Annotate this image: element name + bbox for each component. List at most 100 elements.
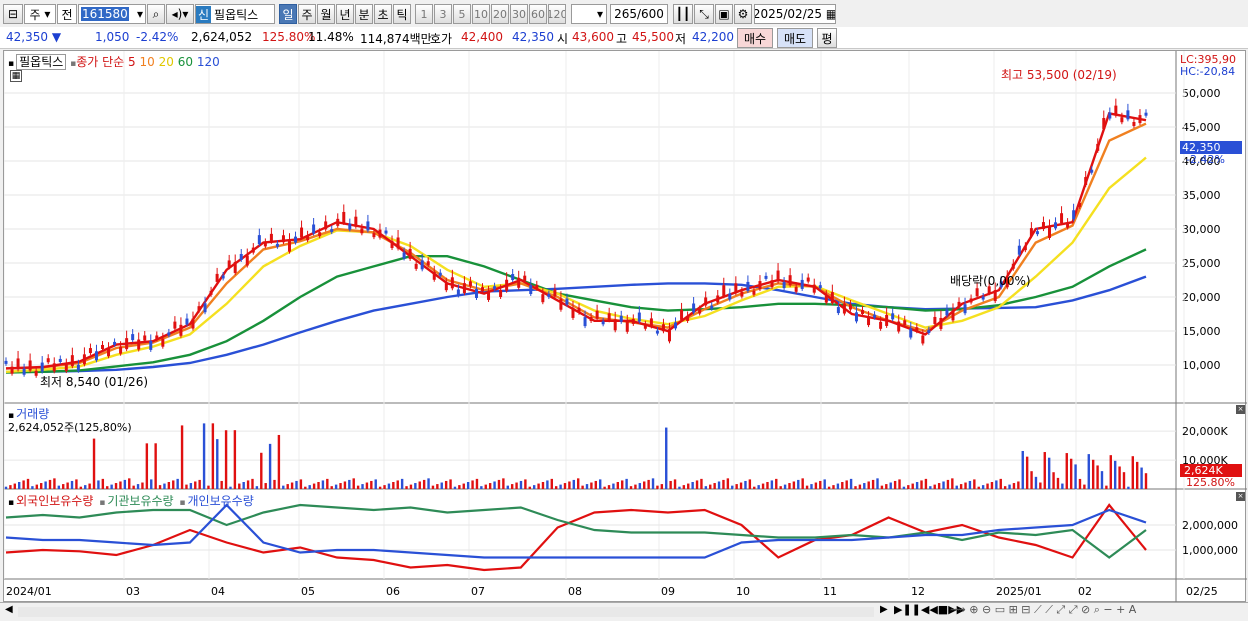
candle-body [909,328,913,338]
volume-bar [1091,459,1095,489]
scroll-track[interactable] [18,607,874,617]
volume-close-icon[interactable]: × [1236,405,1245,414]
y-tick-label: 10,000 [1182,359,1221,372]
period-tab-2[interactable]: 월 [317,4,335,24]
volume-bar [282,485,285,489]
buy-button[interactable]: 매수 [737,28,773,48]
volume-bar [519,480,523,489]
candle-body [438,272,442,276]
eval-button[interactable]: 평 [817,28,837,48]
market-select[interactable]: 주 ▾ [24,4,56,24]
interval-dropdown[interactable]: ▾ [571,4,607,24]
change: 1,050 [95,30,130,44]
candle-body [487,291,491,300]
draw-icon[interactable]: ⤡ [694,4,714,24]
volume-bar [418,481,421,489]
candle-body [547,294,551,298]
high-label: 고 [616,32,628,46]
legend-ma10: 10 [139,55,155,69]
candle-body [354,216,358,227]
scroll-left-icon[interactable]: ◀ [5,604,13,615]
sell-button[interactable]: 매도 [777,28,813,48]
holdings-close-icon[interactable]: × [1236,492,1245,501]
volume-bar [924,478,928,489]
ma-line-10 [5,122,1147,370]
gear-icon[interactable]: ⚙ [734,4,752,24]
window-icon[interactable]: ⊟ [3,4,23,24]
volume-bar [290,482,294,489]
candle-body [511,274,515,281]
volume-bar [198,479,201,489]
volume-bar [334,484,338,489]
high-value: 45,500 [632,30,674,44]
interval-button-120[interactable]: 120 [548,4,566,24]
volume-bar [876,478,879,489]
volume-bar [471,480,474,489]
date-input[interactable]: 2025/02/25 ▦ [754,4,836,24]
speaker-icon[interactable]: ◂)▾ [166,4,194,24]
search-icon[interactable]: ⌕ [147,4,165,24]
prev-select[interactable]: 전 [57,4,77,24]
candle-body [583,317,587,327]
volume-bar [31,486,34,489]
volume-bar [968,480,972,489]
zoom-tools-icon[interactable]: ⟿ ⊕ ⊖ ▭ ⊞ ⊟ ⟋ ⟋ ⤢ ⤢ ⊘ ⌕ − + A [950,603,1136,617]
candle-body [625,321,629,332]
volume-bar [629,486,633,489]
volume-bar [295,480,298,489]
candle-body [149,340,153,350]
candle-body [402,252,406,259]
candle-body [740,291,744,297]
candle-body [667,330,671,342]
table-icon[interactable]: ▦ [10,70,22,82]
candle-body [746,281,750,291]
interval-button-20[interactable]: 20 [491,4,509,24]
volume-bar [603,486,606,489]
volume-bar [449,479,452,489]
volume-bar [621,480,624,489]
count-input[interactable]: 265/600 [610,4,668,24]
volume-bar [805,485,809,489]
interval-button-30[interactable]: 30 [510,4,528,24]
interval-button-1[interactable]: 1 [415,4,433,24]
volume-bar [1109,455,1112,489]
volume-bar [678,486,681,489]
candle-body [788,275,792,286]
candle-body [378,229,382,238]
period-tab-5[interactable]: 초 [374,4,392,24]
interval-button-5[interactable]: 5 [453,4,471,24]
volume-bar [1056,477,1060,489]
interval-button-3[interactable]: 3 [434,4,452,24]
date-value: 2025/02/25 [754,7,823,21]
volume-bar [66,482,69,489]
candle-body [269,233,273,242]
candle-body [553,289,557,297]
volume-bar [532,485,536,489]
period-tab-1[interactable]: 주 [298,4,316,24]
candle-icon[interactable]: ┃┃ [673,4,693,24]
volume-bar [753,486,756,489]
save-icon[interactable]: ▣ [715,4,733,24]
volume-bar [748,479,752,489]
chart-area[interactable]: 10,000 15,000 20,000 25,000 30,000 35,000 40,0… [3,50,1247,603]
volume-bar [264,483,267,489]
ask-label: 호가 [430,32,453,46]
candle-body [1047,226,1051,238]
candle-body [263,242,267,247]
code-input[interactable]: 161580 ▾ [78,4,146,24]
volume-bar [202,423,206,489]
candle-body [1114,105,1118,116]
volume-bar [246,480,250,489]
interval-button-10[interactable]: 10 [472,4,490,24]
volume-bar [484,484,487,489]
interval-button-60[interactable]: 60 [529,4,547,24]
period-tab-3[interactable]: 년 [336,4,354,24]
period-tab-6[interactable]: 틱 [393,4,411,24]
volume-bar [88,483,91,489]
scroll-right-icon[interactable]: ▶ [880,604,888,615]
x-tick-label: 09 [661,585,675,598]
period-tab-4[interactable]: 분 [355,4,373,24]
volume-bar [1030,471,1033,489]
period-tab-0[interactable]: 일 [279,4,297,24]
volume-bar [260,452,263,489]
